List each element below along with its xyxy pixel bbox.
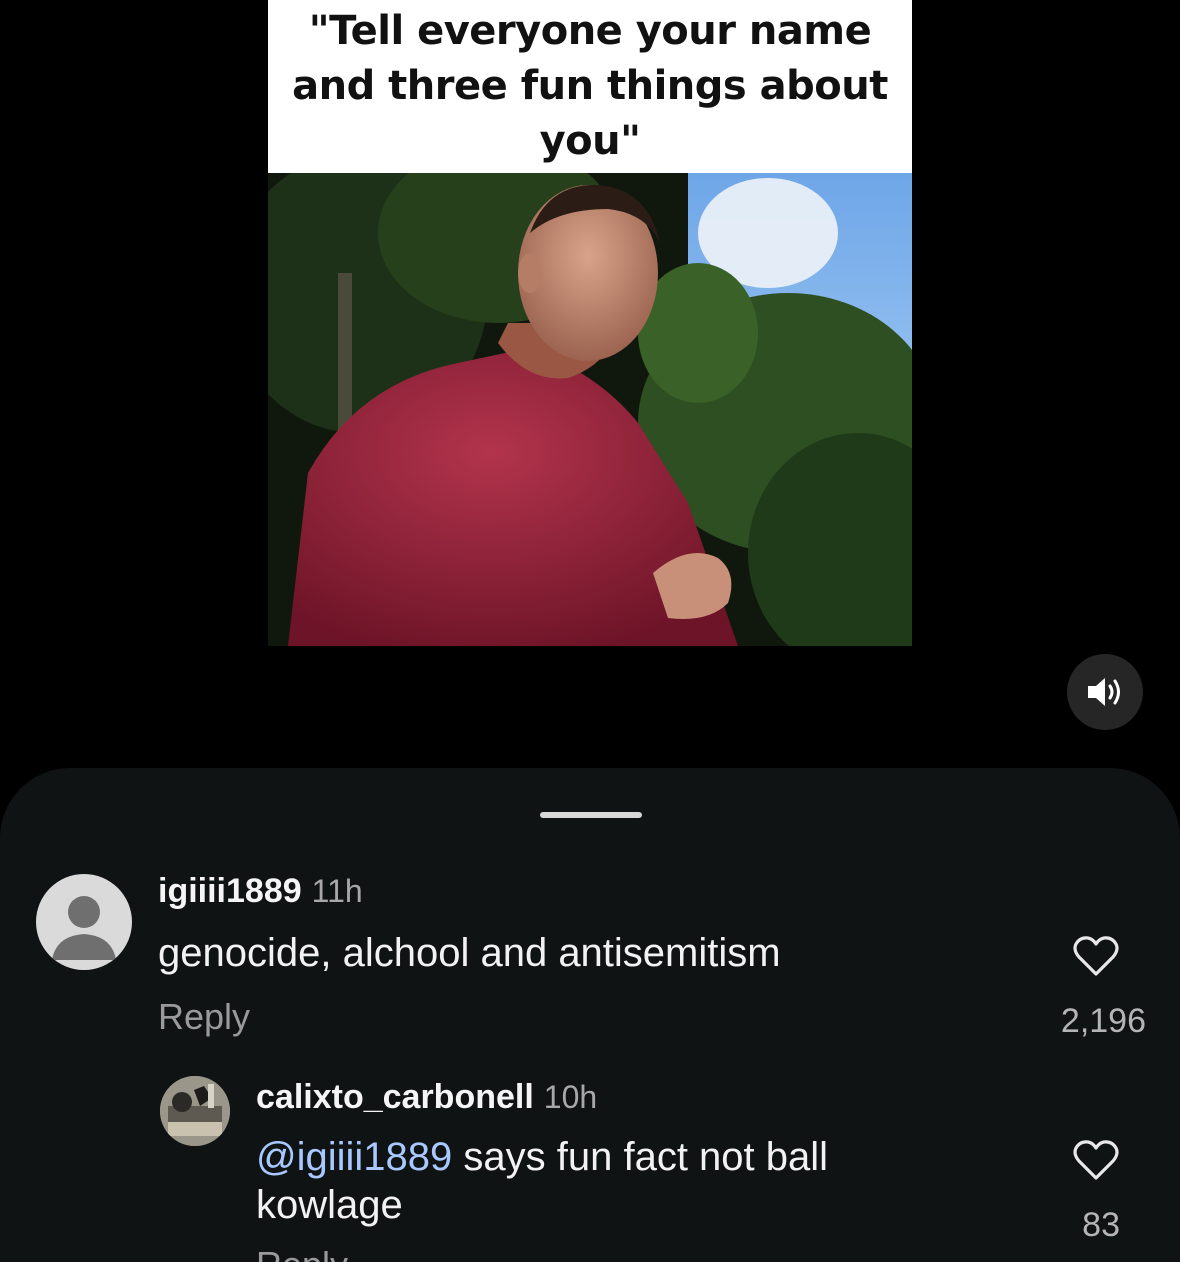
comment-1-username[interactable]: igiiii1889 [158, 872, 302, 910]
reel-video[interactable]: "Tell everyone your name and three fun t… [268, 0, 912, 646]
comment-2-reply-button[interactable]: Reply [256, 1244, 348, 1262]
speaker-on-icon [1088, 678, 1120, 706]
meme-photo [268, 173, 912, 646]
comment-1-header: igiiii1889 11h [158, 872, 363, 911]
reel-screen: "Tell everyone your name and three fun t… [0, 0, 1180, 1262]
comment-2-header: calixto_carbonell 10h [256, 1078, 597, 1117]
comment-2-text-line-1: @igiiii1889 says fun fact not ball [256, 1132, 828, 1182]
default-avatar-icon[interactable] [36, 874, 132, 970]
avatar-image [160, 1076, 230, 1146]
comment-2-text-line-2: kowlage [256, 1183, 403, 1227]
meme-caption: "Tell everyone your name and three fun t… [292, 8, 888, 164]
sheet-drag-handle[interactable] [540, 812, 642, 818]
comment-2-time: 10h [543, 1079, 598, 1115]
comment-1-like-count: 2,196 [1060, 1002, 1146, 1040]
comment-2-like-count: 83 [1082, 1206, 1120, 1244]
heart-outline-icon[interactable] [1072, 1138, 1120, 1182]
heart-outline-icon[interactable] [1072, 934, 1120, 978]
speaker-on-button[interactable] [1067, 654, 1143, 730]
comment-2-text-part: says fun fact not ball [452, 1135, 829, 1179]
comment-2-mention[interactable]: @igiiii1889 [256, 1135, 452, 1179]
user-avatar[interactable] [160, 1076, 230, 1146]
comment-1-reply-button[interactable]: Reply [158, 996, 250, 1038]
comment-1-time: 11h [311, 873, 363, 909]
comment-1-text: genocide, alchool and antisemitism [158, 931, 781, 975]
avatar-silhouette [52, 896, 116, 960]
comment-2-username[interactable]: calixto_carbonell [256, 1078, 534, 1116]
meme-caption-box: "Tell everyone your name and three fun t… [268, 0, 912, 173]
